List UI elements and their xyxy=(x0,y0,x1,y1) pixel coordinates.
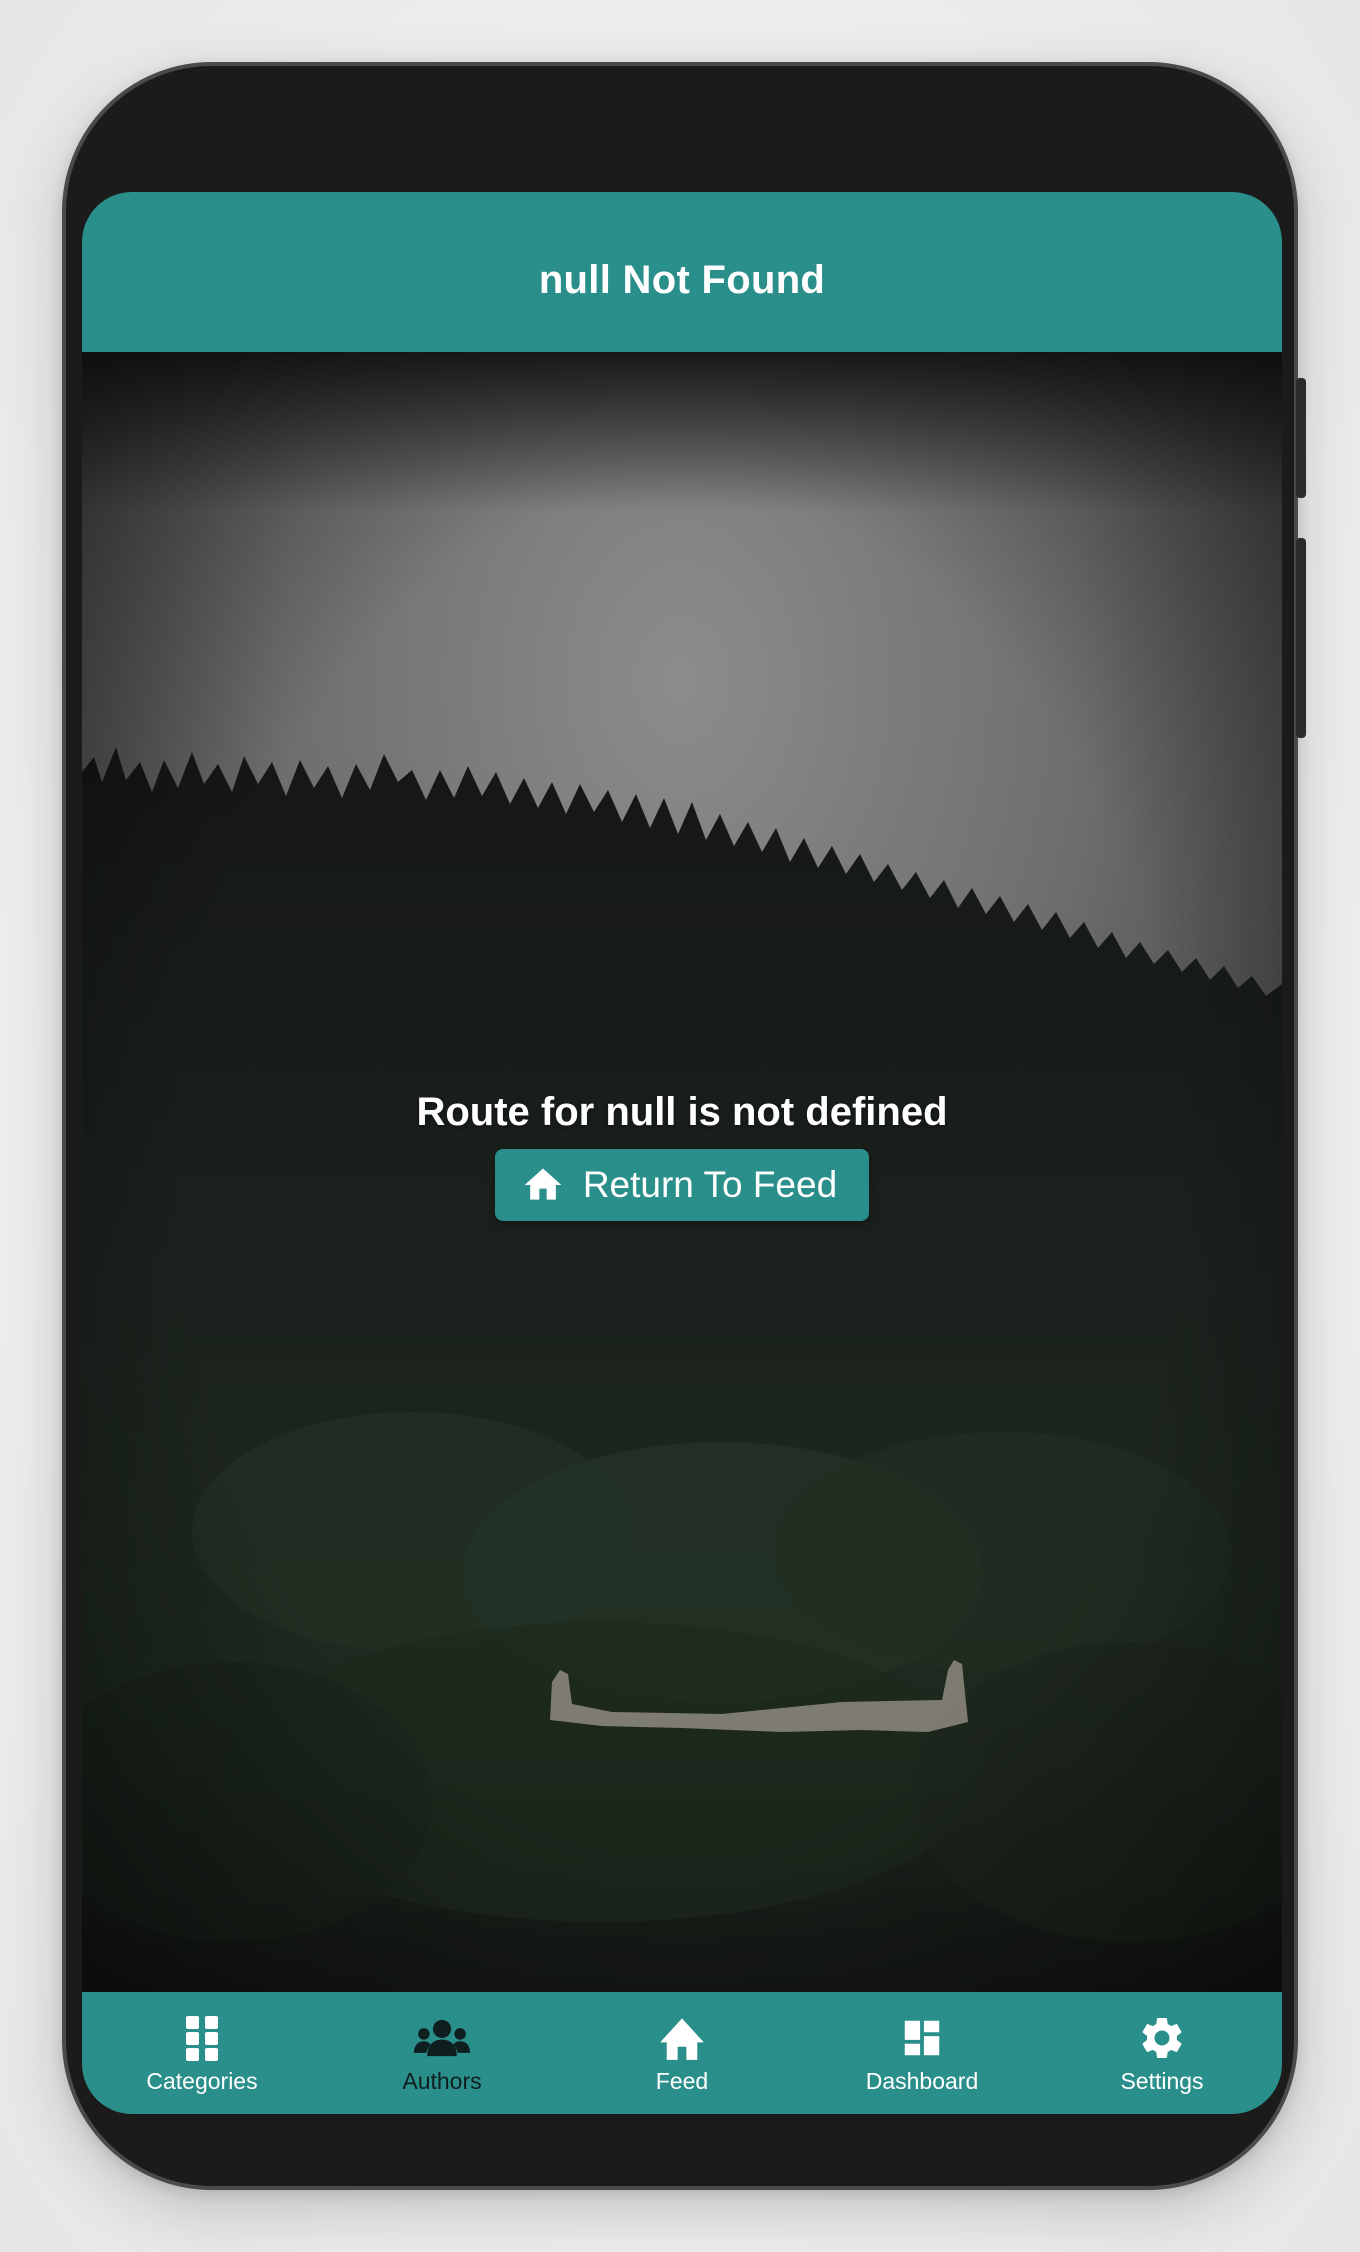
nav-item-feed[interactable]: Feed xyxy=(568,1992,796,2114)
dashboard-icon xyxy=(894,2012,950,2064)
not-found-body: Route for null is not defined Return To … xyxy=(82,352,1282,1992)
error-message: Route for null is not defined xyxy=(416,1090,948,1134)
nav-label-categories: Categories xyxy=(146,2067,258,2094)
bottom-navigation: Categories Authors Feed Dashboard Settin… xyxy=(82,1992,1282,2114)
volume-button xyxy=(1296,378,1306,498)
return-to-feed-button[interactable]: Return To Feed xyxy=(494,1149,870,1221)
people-group-icon xyxy=(414,2012,470,2064)
nav-label-dashboard: Dashboard xyxy=(865,2067,979,2094)
home-icon xyxy=(524,1168,562,1200)
app-bar: null Not Found xyxy=(82,192,1282,352)
home-icon xyxy=(654,2012,710,2064)
nav-item-categories[interactable]: Categories xyxy=(88,1992,316,2114)
apps-grid-icon xyxy=(174,2012,230,2064)
gear-icon xyxy=(1134,2012,1190,2064)
nav-item-authors[interactable]: Authors xyxy=(328,1992,556,2114)
return-to-feed-label: Return To Feed xyxy=(582,1164,838,1205)
nav-label-authors: Authors xyxy=(402,2067,482,2094)
page-title: null Not Found xyxy=(538,257,826,302)
nav-label-feed: Feed xyxy=(655,2067,709,2094)
page-background: null Not Found Route for null is not def… xyxy=(0,0,1360,2252)
nav-item-dashboard[interactable]: Dashboard xyxy=(808,1992,1036,2114)
phone-frame: null Not Found Route for null is not def… xyxy=(62,62,1306,2190)
nav-label-settings: Settings xyxy=(1120,2067,1204,2094)
not-found-content: Route for null is not defined Return To … xyxy=(82,1090,1282,1221)
app-screen: null Not Found Route for null is not def… xyxy=(82,192,1282,2114)
power-button xyxy=(1296,538,1306,738)
nav-item-settings[interactable]: Settings xyxy=(1048,1992,1276,2114)
